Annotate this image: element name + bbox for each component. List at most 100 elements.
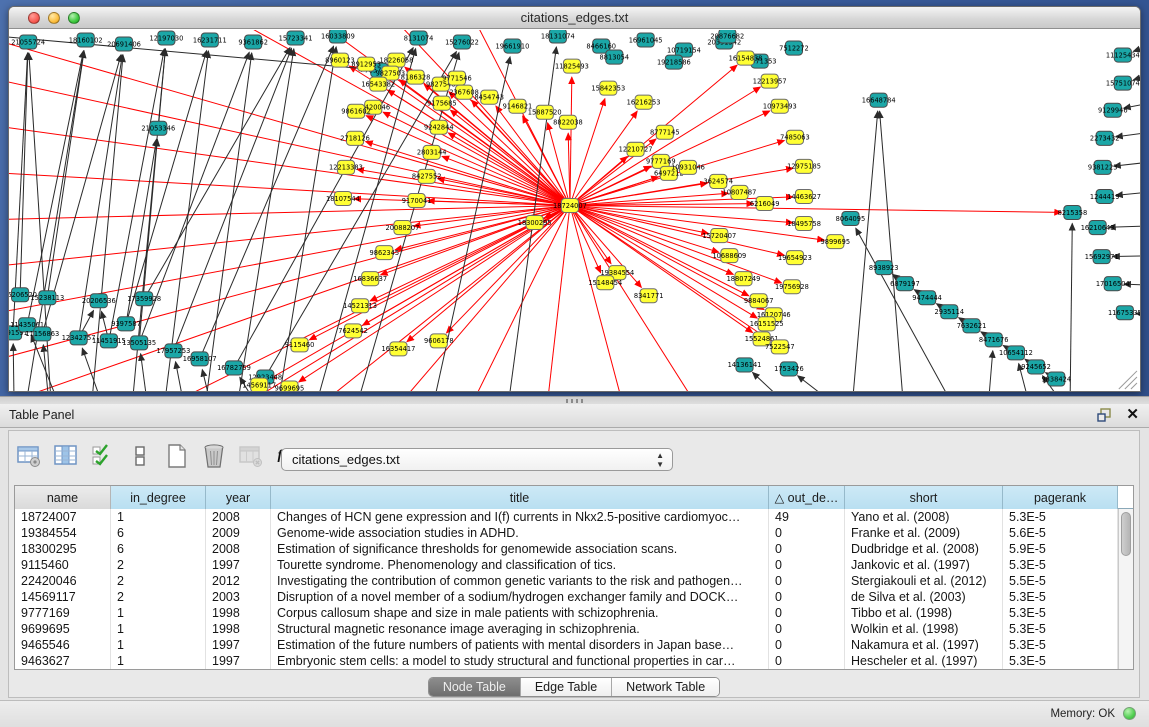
network-node[interactable]: 8471676 xyxy=(979,333,1009,347)
network-node[interactable]: 10654112 xyxy=(999,346,1033,360)
network-edge[interactable] xyxy=(144,48,290,299)
column-header-year[interactable]: year xyxy=(206,486,271,509)
table-cell[interactable]: 9699695 xyxy=(15,621,111,637)
column-header-name[interactable]: name xyxy=(15,486,111,509)
network-node[interactable]: 13505135 xyxy=(122,336,156,350)
table-cell[interactable]: Disruption of a novel member of a sodium… xyxy=(271,589,769,605)
network-edge[interactable] xyxy=(227,49,294,391)
table-cell[interactable]: 6 xyxy=(111,525,206,541)
network-node[interactable]: 15751074 xyxy=(1106,76,1140,90)
column-header-out_de[interactable]: △ out_de… xyxy=(769,486,845,509)
network-edge[interactable] xyxy=(570,77,572,205)
network-node[interactable]: 15276022 xyxy=(445,35,479,49)
column-header-pagerank[interactable]: pagerank xyxy=(1003,486,1118,509)
tab-network-table[interactable]: Network Table xyxy=(612,678,719,696)
new-table-icon[interactable] xyxy=(163,442,191,470)
network-node[interactable]: 8215358 xyxy=(1058,205,1088,219)
network-node[interactable]: 8341771 xyxy=(634,289,664,303)
network-node[interactable]: 1244419 xyxy=(1090,189,1120,203)
row-height-icon[interactable] xyxy=(126,442,154,470)
network-node[interactable]: 15720407 xyxy=(702,229,736,243)
table-row[interactable]: 977716911998Corpus callosum shape and si… xyxy=(15,605,1133,621)
network-node[interactable]: 15887520 xyxy=(528,105,562,119)
table-cell[interactable]: Yano et al. (2008) xyxy=(845,509,1003,525)
column-header-short[interactable]: short xyxy=(845,486,1003,509)
table-cell[interactable]: 1997 xyxy=(206,637,271,653)
delete-table-icon[interactable] xyxy=(200,442,228,470)
network-node[interactable]: 10807487 xyxy=(723,185,757,199)
table-row[interactable]: 1872400712008Changes of HCN gene express… xyxy=(15,509,1133,525)
table-selector-dropdown[interactable]: citations_edges.txt ▲▼ xyxy=(281,448,673,471)
table-row[interactable]: 946362711997Embryonic stem cells: a mode… xyxy=(15,653,1133,669)
table-cell[interactable]: 5.3E-5 xyxy=(1003,637,1118,653)
table-cell[interactable]: Franke et al. (2009) xyxy=(845,525,1003,541)
table-scrollbar-thumb[interactable] xyxy=(1121,512,1131,556)
network-node[interactable]: 7512272 xyxy=(779,41,809,55)
network-node[interactable]: 3624574 xyxy=(703,174,733,188)
network-node[interactable]: 9862345 xyxy=(370,246,400,260)
tab-node-table[interactable]: Node Table xyxy=(429,678,521,696)
table-cell[interactable]: Tourette syndrome. Phenomenology and cla… xyxy=(271,557,769,573)
network-node[interactable]: 8064095 xyxy=(836,212,866,226)
table-cell[interactable]: 2012 xyxy=(206,573,271,589)
network-node[interactable]: 7485063 xyxy=(780,130,810,144)
table-cell[interactable]: 2003 xyxy=(206,589,271,605)
table-cell[interactable]: 5.3E-5 xyxy=(1003,589,1118,605)
network-edge[interactable] xyxy=(156,51,208,391)
network-edge[interactable] xyxy=(299,205,570,381)
table-cell[interactable]: 1998 xyxy=(206,605,271,621)
table-cell[interactable]: 5.3E-5 xyxy=(1003,557,1118,573)
table-cell[interactable]: Structural magnetic resonance image aver… xyxy=(271,621,769,637)
network-node[interactable]: 19654923 xyxy=(778,251,812,265)
table-cell[interactable]: 1 xyxy=(111,637,206,653)
network-edge[interactable] xyxy=(141,354,157,391)
table-cell[interactable]: Jankovic et al. (1997) xyxy=(845,557,1003,573)
table-cell[interactable]: 49 xyxy=(769,509,845,525)
network-node[interactable]: 15723341 xyxy=(279,31,313,45)
network-node[interactable]: 8822038 xyxy=(553,115,583,129)
network-edge[interactable] xyxy=(9,34,570,205)
network-node[interactable]: 18131074 xyxy=(541,30,575,43)
network-edge[interactable] xyxy=(847,111,877,391)
table-cell[interactable]: 1997 xyxy=(206,557,271,573)
network-node[interactable]: 16354417 xyxy=(382,342,416,356)
table-settings-icon[interactable] xyxy=(15,442,43,470)
network-node[interactable]: 16216253 xyxy=(627,95,661,109)
table-cell[interactable]: 18300295 xyxy=(15,541,111,557)
network-node[interactable]: 16648784 xyxy=(862,93,896,107)
table-scrollbar[interactable] xyxy=(1118,509,1133,669)
network-node[interactable]: 16231711 xyxy=(193,33,227,47)
network-node[interactable]: 12975185 xyxy=(787,159,821,173)
table-cell[interactable]: 0 xyxy=(769,541,845,557)
table-cell[interactable]: Changes of HCN gene expression and I(f) … xyxy=(271,509,769,525)
network-edge[interactable] xyxy=(9,34,368,69)
table-cell[interactable]: 9777169 xyxy=(15,605,111,621)
network-node[interactable]: 14463627 xyxy=(787,189,821,203)
network-node[interactable]: 16210643 xyxy=(1081,221,1115,235)
network-edge[interactable] xyxy=(856,228,984,391)
float-panel-icon[interactable] xyxy=(1097,408,1112,422)
network-node[interactable]: 10973493 xyxy=(763,99,797,113)
network-edge[interactable] xyxy=(570,205,641,391)
network-node[interactable]: 1753426 xyxy=(774,362,804,376)
node-table[interactable]: namein_degreeyeartitle△ out_de…shortpage… xyxy=(14,485,1134,670)
table-row[interactable]: 1456911722003Disruption of a novel membe… xyxy=(15,589,1133,605)
table-cell[interactable]: 2 xyxy=(111,589,206,605)
table-cell[interactable]: 5.3E-5 xyxy=(1003,509,1118,525)
table-cell[interactable]: 0 xyxy=(769,653,845,669)
table-cell[interactable]: 5.3E-5 xyxy=(1003,605,1118,621)
table-cell[interactable]: Embryonic stem cells: a model to study s… xyxy=(271,653,769,669)
table-cell[interactable]: 1997 xyxy=(206,653,271,669)
network-node[interactable]: 9699695 xyxy=(275,381,305,391)
table-row[interactable]: 1830029562008Estimation of significance … xyxy=(15,541,1133,557)
network-node[interactable]: 16782759 xyxy=(217,361,251,375)
network-node[interactable]: 2803144 xyxy=(417,145,447,159)
network-node[interactable]: 14521313 xyxy=(343,299,377,313)
network-view[interactable]: 2105572418160102206914061219703016231711… xyxy=(9,30,1140,391)
table-row[interactable]: 911546021997Tourette syndrome. Phenomeno… xyxy=(15,557,1133,573)
network-node[interactable]: 17016504 xyxy=(1096,277,1130,291)
network-node[interactable]: 9361862 xyxy=(238,35,268,49)
column-header-in_degree[interactable]: in_degree xyxy=(111,486,206,509)
network-edge[interactable] xyxy=(383,112,570,205)
table-cell[interactable]: Wolkin et al. (1998) xyxy=(845,621,1003,637)
